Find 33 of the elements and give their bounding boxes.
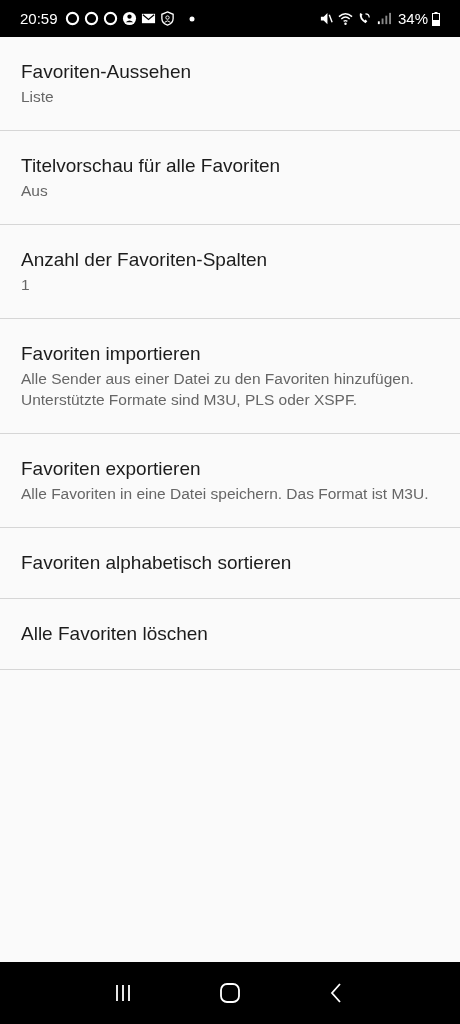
setting-title: Alle Favoriten löschen xyxy=(21,622,209,646)
wifi-icon xyxy=(337,11,353,26)
setting-title: Favoriten alphabetisch sortieren xyxy=(21,551,293,575)
setting-title: Favoriten-Aussehen xyxy=(21,60,193,84)
shield-icon xyxy=(159,11,175,26)
setting-summary: Alle Favoriten in eine Datei speichern. Das Format ist M3U. xyxy=(21,484,430,504)
battery-percentage: 34% xyxy=(397,10,428,27)
settings-item[interactable]: Favoriten exportieren Alle Favoriten in eine Datei speichern. Das Format ist M3U. xyxy=(0,434,460,528)
setting-summary: Liste xyxy=(21,87,55,107)
setting-title: Titelvorschau für alle Favoriten xyxy=(21,154,282,178)
battery-icon xyxy=(432,11,440,26)
mail-icon xyxy=(140,11,156,26)
signal-icon xyxy=(375,11,391,26)
settings-item[interactable]: Titelvorschau für alle Favoriten Aus xyxy=(0,131,460,225)
notification-dot-icon xyxy=(188,15,195,22)
mute-icon xyxy=(318,11,334,26)
setting-summary: Aus xyxy=(21,181,49,201)
ring-icon xyxy=(83,11,99,26)
settings-item[interactable]: Favoriten alphabetisch sortieren xyxy=(0,528,460,599)
ring-icon xyxy=(102,11,118,26)
setting-summary: 1 xyxy=(21,275,31,295)
setting-title: Anzahl der Favoriten-Spalten xyxy=(21,248,269,272)
setting-summary: Alle Sender aus einer Datei zu den Favoriten hinzufügen. Unterstützte Formate sind M3U, PLS oder XSPF. xyxy=(21,369,415,410)
person-icon xyxy=(121,11,137,26)
settings-item[interactable]: Alle Favoriten löschen xyxy=(0,599,460,670)
setting-title: Favoriten exportieren xyxy=(21,457,202,481)
clock-time: 20:59 xyxy=(20,10,58,27)
home-icon[interactable] xyxy=(218,981,242,1005)
setting-title: Favoriten importieren xyxy=(21,342,202,366)
settings-item[interactable]: Favoriten-Aussehen Liste xyxy=(0,37,460,131)
settings-item[interactable]: Anzahl der Favoriten-Spalten 1 xyxy=(0,225,460,319)
ring-icon xyxy=(64,11,80,26)
settings-item[interactable]: Favoriten importieren Alle Sender aus einer Datei zu den Favoriten hinzufügen. Unterstützte Formate sind M3U, PLS oder XSPF. xyxy=(0,319,460,434)
